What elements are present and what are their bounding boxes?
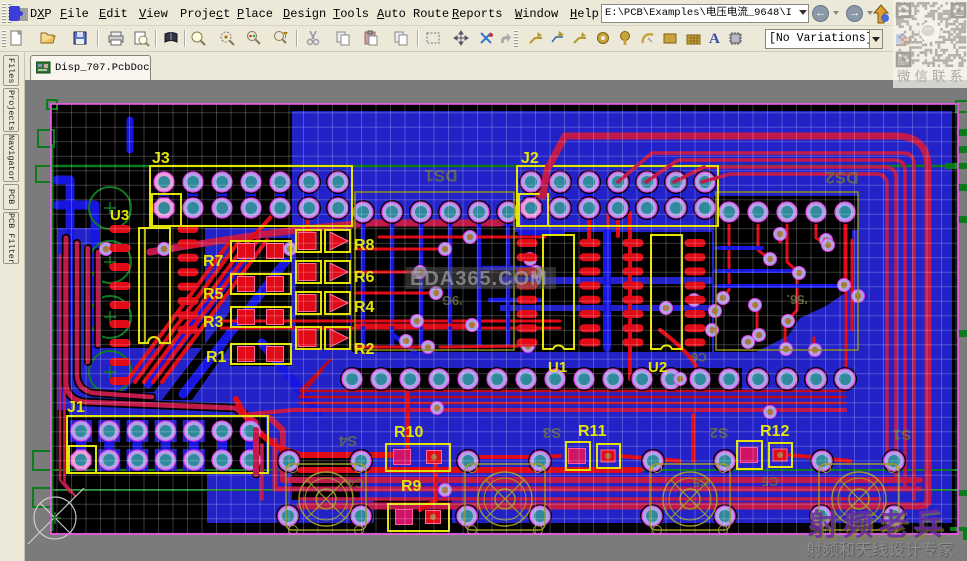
svg-text:S1: S1 [893, 426, 911, 443]
svg-text:DS1: DS1 [424, 166, 457, 185]
svg-text:C5: C5 [762, 474, 779, 489]
svg-text:R9: R9 [401, 478, 422, 495]
svg-text:C6: C6 [691, 350, 707, 364]
svg-text:R5: R5 [203, 286, 224, 303]
svg-text:U3: U3 [110, 207, 129, 224]
svg-text:R3: R3 [203, 314, 224, 331]
svg-text:R2: R2 [354, 341, 375, 358]
svg-text:微信联系: 微信联系 [897, 69, 967, 84]
svg-text:R6: R6 [354, 269, 375, 286]
svg-text:R7: R7 [203, 253, 224, 270]
svg-text:'9G: '9G [442, 293, 462, 308]
svg-text:S3: S3 [543, 424, 561, 441]
svg-text:J1: J1 [67, 399, 85, 416]
svg-text:EDA365.COM: EDA365.COM [410, 268, 548, 290]
svg-text:S2: S2 [710, 424, 728, 441]
svg-text:R8: R8 [354, 237, 375, 254]
